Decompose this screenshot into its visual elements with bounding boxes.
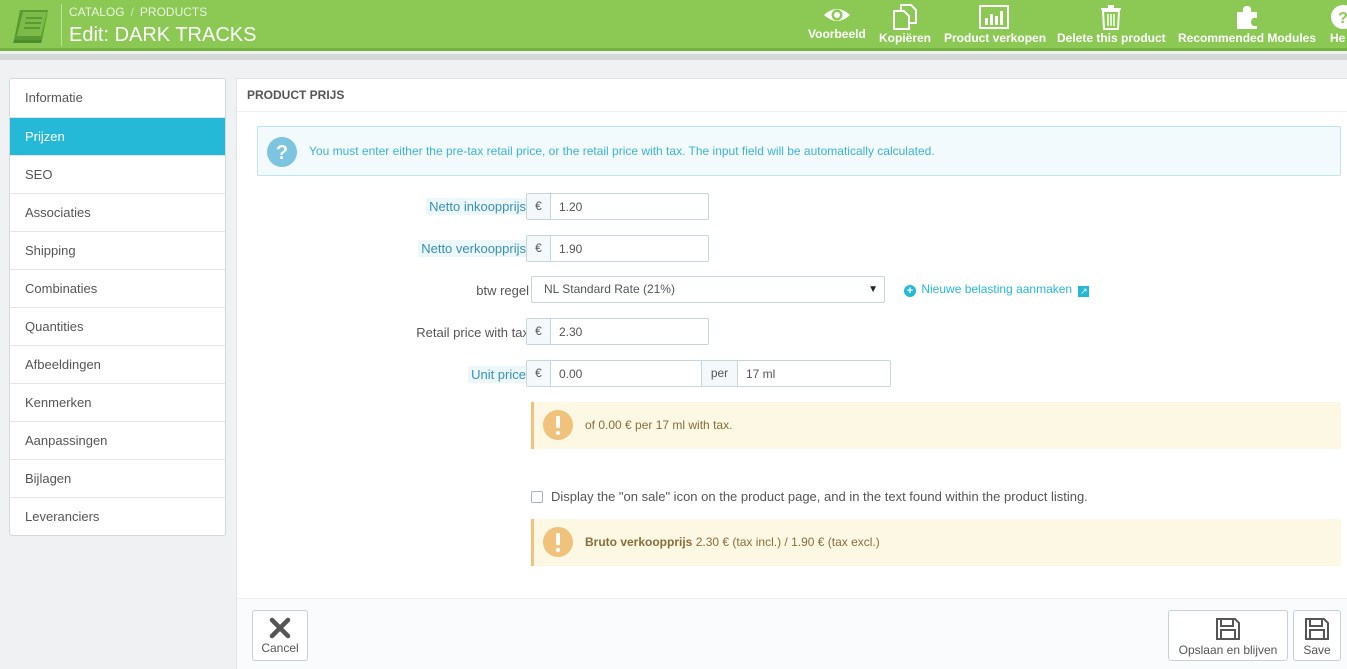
delete-label: Delete this product: [1057, 31, 1166, 45]
eye-icon: [823, 9, 850, 21]
dropdown-caret-icon: ▼: [868, 284, 878, 295]
panel-heading: PRODUCT PRIJS: [237, 79, 1347, 112]
unit-price-input[interactable]: [551, 361, 701, 386]
final-price-notice: Bruto verkoopprijs 2.30 € (tax incl.) / …: [531, 519, 1341, 566]
unit-price-label: Unit price: [468, 366, 529, 383]
plus-circle-icon: +: [904, 285, 916, 297]
save-and-stay-button[interactable]: Opslaan en blijven: [1168, 610, 1288, 661]
help-label: He: [1330, 31, 1346, 45]
new-tax-link-label: Nieuwe belasting aanmaken: [921, 282, 1073, 296]
duplicate-label: Kopiëren: [879, 31, 932, 45]
recommended-modules-button[interactable]: Recommended Modules: [1178, 0, 1317, 51]
svg-text:?: ?: [276, 142, 288, 164]
currency-addon: €: [527, 361, 551, 386]
trash-icon: [1101, 5, 1121, 30]
external-link-icon: ↗: [1078, 286, 1090, 297]
tab-shipping[interactable]: Shipping: [10, 231, 225, 269]
per-addon: per: [701, 361, 738, 386]
wholesale-price-label: Netto inkoopprijs: [426, 198, 529, 215]
pretax-price-group: €: [526, 235, 709, 262]
tab-afbeeldingen[interactable]: Afbeeldingen: [10, 345, 225, 383]
breadcrumb-products[interactable]: PRODUCTS: [140, 5, 207, 19]
tab-quantities[interactable]: Quantities: [10, 307, 225, 345]
tab-leveranciers[interactable]: Leveranciers: [10, 497, 225, 535]
retail-price-group: €: [526, 318, 709, 345]
unit-price-notice: of 0.00 € per 17 ml with tax.: [531, 402, 1341, 449]
pretax-price-label: Netto verkoopprijs: [418, 240, 529, 257]
tax-rule-value: NL Standard Rate (21%): [544, 282, 675, 296]
final-price-label: Bruto verkoopprijs: [585, 535, 693, 549]
currency-addon: €: [527, 236, 551, 261]
on-sale-checkbox[interactable]: [531, 491, 543, 503]
breadcrumb-catalog[interactable]: CATALOG: [69, 5, 125, 19]
duplicate-button[interactable]: Kopiëren: [879, 0, 931, 51]
tab-associaties[interactable]: Associaties: [10, 193, 225, 231]
help-button[interactable]: ? He: [1328, 0, 1347, 51]
exclamation-circle-icon: [543, 410, 573, 440]
svg-text:?: ?: [1338, 10, 1347, 27]
tab-informatie[interactable]: Informatie: [10, 79, 225, 117]
breadcrumb-separator: /: [130, 5, 134, 19]
info-alert-text: You must enter either the pre-tax retail…: [309, 144, 935, 158]
tab-seo[interactable]: SEO: [10, 155, 225, 193]
final-price-text: Bruto verkoopprijs 2.30 € (tax incl.) / …: [585, 535, 880, 549]
currency-addon: €: [527, 319, 551, 344]
puzzle-icon: [1236, 6, 1257, 29]
page-header: CATALOG / PRODUCTS Edit: DARK TRACKS Voorb…: [0, 0, 1347, 51]
question-circle-icon: ?: [267, 137, 297, 167]
help-icon: ?: [1331, 5, 1347, 29]
save-button[interactable]: Save: [1293, 610, 1341, 661]
pretax-price-input[interactable]: [551, 236, 706, 261]
tax-rule-label: btw regel: [476, 283, 529, 298]
info-alert: ? You must enter either the pre-tax reta…: [257, 126, 1341, 176]
sales-button[interactable]: Product verkopen: [944, 0, 1047, 51]
exclamation-circle-icon: [543, 527, 573, 557]
tab-prijzen[interactable]: Prijzen: [10, 117, 225, 155]
bar-chart-icon: [979, 5, 1009, 29]
tab-bijlagen[interactable]: Bijlagen: [10, 459, 225, 497]
product-tabs: Informatie Prijzen SEO Associaties Shipp…: [9, 78, 226, 536]
on-sale-label: Display the "on sale" icon on the produc…: [551, 489, 1088, 504]
cancel-label: Cancel: [261, 641, 299, 655]
tab-kenmerken[interactable]: Kenmerken: [10, 383, 225, 421]
copy-icon: [893, 4, 917, 30]
breadcrumb: CATALOG / PRODUCTS: [69, 5, 207, 19]
retail-price-input[interactable]: [551, 319, 706, 344]
cancel-button[interactable]: Cancel: [252, 610, 308, 661]
wholesale-price-input[interactable]: [551, 194, 706, 219]
save-label: Save: [1303, 643, 1331, 657]
unit-price-notice-text: of 0.00 € per 17 ml with tax.: [585, 418, 733, 432]
page-title: Edit: DARK TRACKS: [69, 24, 257, 46]
floppy-disk-icon: [1216, 618, 1240, 640]
tab-combinaties[interactable]: Combinaties: [10, 269, 225, 307]
retail-price-label: Retail price with tax: [416, 325, 529, 340]
catalog-book-icon: [13, 10, 48, 43]
recommended-modules-label: Recommended Modules: [1178, 31, 1317, 45]
preview-label: Voorbeeld: [808, 27, 866, 41]
header-shadow-bar: [0, 54, 1347, 60]
panel-footer: Cancel Opslaan en blijven Save: [237, 598, 1347, 669]
close-icon: [269, 617, 291, 639]
new-tax-link[interactable]: + Nieuwe belasting aanmaken ↗: [904, 282, 1090, 297]
delete-button[interactable]: Delete this product: [1057, 0, 1166, 51]
unit-price-group: € per: [526, 360, 891, 387]
final-price-value: 2.30 € (tax incl.) / 1.90 € (tax excl.): [695, 535, 880, 549]
currency-addon: €: [527, 194, 551, 219]
price-panel: PRODUCT PRIJS ? You must enter either th…: [236, 78, 1347, 669]
tax-rule-select[interactable]: NL Standard Rate (21%) ▼: [531, 276, 885, 303]
on-sale-row: Display the "on sale" icon on the produc…: [531, 489, 1088, 504]
logo-divider: [61, 4, 62, 46]
floppy-disk-icon: [1305, 618, 1329, 640]
unit-quantity-input[interactable]: [738, 361, 888, 386]
sales-label: Product verkopen: [944, 31, 1047, 45]
save-and-stay-label: Opslaan en blijven: [1178, 643, 1278, 657]
wholesale-price-group: €: [526, 193, 709, 220]
tab-aanpassingen[interactable]: Aanpassingen: [10, 421, 225, 459]
preview-button[interactable]: Voorbeeld: [808, 0, 866, 51]
